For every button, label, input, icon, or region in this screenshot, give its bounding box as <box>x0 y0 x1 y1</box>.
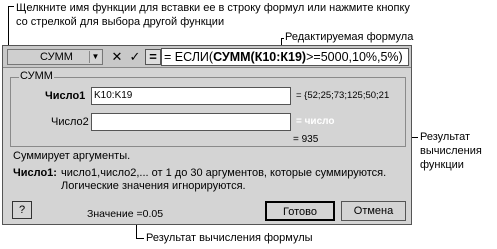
help-icon: ? <box>18 204 26 216</box>
function-result: = 935 <box>293 134 319 145</box>
arg-help-line2: Логические значения игнорируются. <box>61 180 246 192</box>
arguments-group: СУММ Число1 K10:K19 = {52;25;73;125;50;2… <box>10 70 406 147</box>
formula-input[interactable]: = ЕСЛИ(СУММ(К10:К19)>=5000,10%,5%) <box>161 48 409 66</box>
formula-value: Значение =0.05 <box>87 208 164 220</box>
arg-help-line1: число1,число2,... от 1 до 30 аргументов,… <box>61 167 387 179</box>
arg-help-label: Число1: <box>13 167 57 179</box>
ok-button[interactable]: Готово <box>265 201 335 221</box>
formula-suffix: >=5000,10%,5%) <box>306 50 403 64</box>
chevron-down-icon[interactable]: ▼ <box>89 51 101 63</box>
callout-result-formula: Результат вычисления формулы <box>146 232 313 244</box>
arg1-input[interactable]: K10:K19 <box>91 87 291 105</box>
formula-prefix: = ЕСЛИ( <box>164 50 214 64</box>
arg2-label: Число2 <box>51 116 89 128</box>
callout-result-function-2: вычисления <box>420 145 482 157</box>
callout-edited-formula: Редактируемая формула <box>285 31 414 43</box>
formula-bold-part: СУММ(К10:К19) <box>213 50 307 64</box>
formula-palette-dialog: СУММ ▼ ✕ ✓ = = ЕСЛИ(СУММ(К10:К19)>=5000,… <box>2 45 412 225</box>
formula-bar: СУММ ▼ ✕ ✓ = = ЕСЛИ(СУММ(К10:К19)>=5000,… <box>3 46 411 68</box>
callout-insert-function-line2: со стрелкой для выбора другой функции <box>16 16 225 28</box>
function-name-select[interactable]: СУММ ▼ <box>7 49 103 65</box>
arg2-result: = число <box>296 116 335 127</box>
function-name-label: СУММ <box>40 51 73 63</box>
function-description: Суммирует аргументы. <box>13 150 131 162</box>
leader-line-result-formula-h <box>136 238 144 239</box>
arg2-input[interactable] <box>91 113 291 131</box>
leader-line-edited-formula-h <box>281 38 284 39</box>
callout-result-function-1: Результат <box>420 131 471 143</box>
cancel-button[interactable]: Отмена <box>341 201 406 221</box>
arg1-label: Число1 <box>45 90 86 102</box>
callout-result-function-3: функции <box>420 159 464 171</box>
help-button[interactable]: ? <box>12 201 32 219</box>
leader-line-insert-function-h <box>8 6 14 7</box>
callout-insert-function-line1: Щелкните имя функции для вставки ее в ст… <box>16 2 410 14</box>
group-title: СУММ <box>19 70 54 83</box>
edit-formula-button[interactable]: = <box>145 49 161 65</box>
arg1-result: = {52;25;73;125;50;21 <box>296 90 390 101</box>
enter-formula-button[interactable]: ✓ <box>127 49 143 65</box>
cancel-formula-button[interactable]: ✕ <box>109 49 125 65</box>
